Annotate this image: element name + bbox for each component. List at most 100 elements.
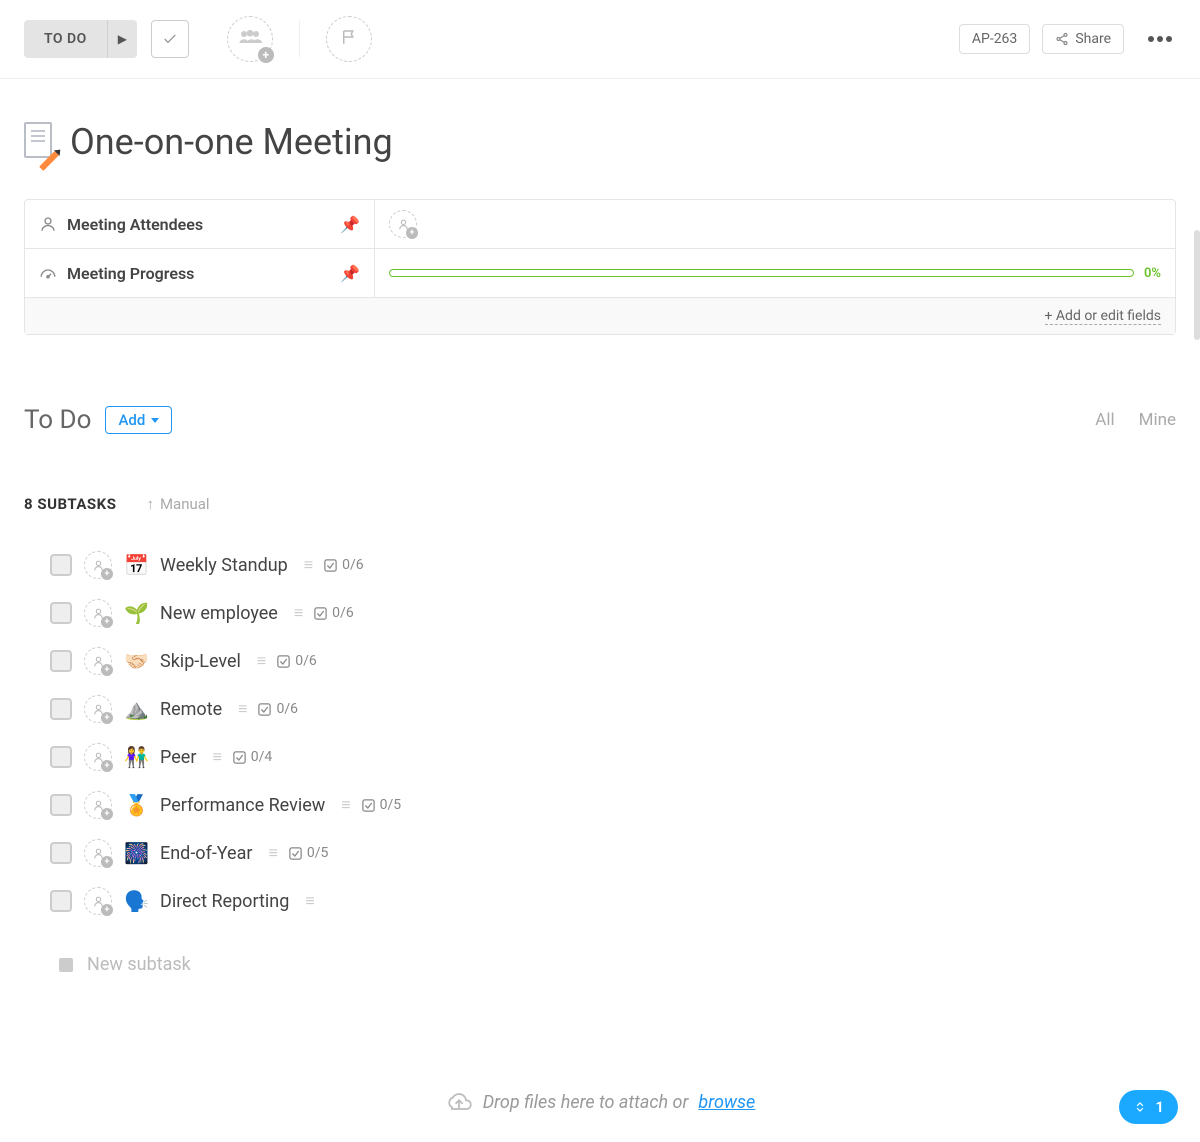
subtask-row[interactable]: + ⛰️ Remote ≡ 0/6: [24, 685, 1176, 733]
assign-subtask-button[interactable]: +: [84, 551, 112, 579]
subtask-status[interactable]: [50, 746, 72, 768]
subtask-emoji: 🏅: [124, 793, 148, 817]
checklist-icon: [276, 654, 291, 669]
add-subtask-button[interactable]: Add: [105, 406, 172, 434]
dot-icon: [1148, 36, 1154, 42]
drag-handle-icon[interactable]: ≡: [212, 747, 219, 767]
subtask-row[interactable]: + 🏅 Performance Review ≡ 0/5: [24, 781, 1176, 829]
checklist-count: 0/6: [276, 653, 317, 669]
add-attendee-button[interactable]: +: [389, 210, 417, 238]
filter-mine[interactable]: Mine: [1139, 410, 1176, 430]
checklist-count: 0/5: [361, 797, 402, 813]
field-value-attendees[interactable]: +: [375, 200, 1175, 248]
subtask-status[interactable]: [50, 554, 72, 576]
add-label: Add: [118, 411, 145, 429]
field-row-attendees: Meeting Attendees 📌 +: [25, 200, 1175, 249]
new-subtask-input[interactable]: New subtask: [24, 937, 1176, 992]
plus-icon: +: [101, 808, 113, 820]
subtask-status[interactable]: [50, 698, 72, 720]
assign-subtask-button[interactable]: +: [84, 791, 112, 819]
checklist-count-text: 0/6: [276, 701, 298, 717]
flag-icon: [340, 28, 358, 50]
arrow-up-icon: ↑: [146, 495, 154, 513]
assign-subtask-button[interactable]: +: [84, 647, 112, 675]
dropzone-text: Drop files here to attach or: [483, 1092, 689, 1113]
subtask-row[interactable]: + 🎆 End-of-Year ≡ 0/5: [24, 829, 1176, 877]
subtask-status[interactable]: [50, 842, 72, 864]
share-icon: [1055, 32, 1069, 46]
divider: [299, 21, 300, 57]
task-title[interactable]: One-on-one Meeting: [70, 121, 393, 163]
add-edit-fields-link[interactable]: + Add or edit fields: [1045, 308, 1162, 325]
checklist-count: 0/6: [257, 701, 298, 717]
filter-all[interactable]: All: [1095, 410, 1114, 430]
drag-handle-icon[interactable]: ≡: [268, 843, 275, 863]
scrollbar[interactable]: [1194, 230, 1200, 340]
subtask-row[interactable]: + 🌱 New employee ≡ 0/6: [24, 589, 1176, 637]
checklist-count: 0/6: [323, 557, 364, 573]
more-menu-button[interactable]: [1144, 32, 1176, 46]
drag-handle-icon[interactable]: ≡: [294, 603, 301, 623]
checklist-icon: [361, 798, 376, 813]
assign-subtask-button[interactable]: +: [84, 695, 112, 723]
subtask-row[interactable]: + 📅 Weekly Standup ≡ 0/6: [24, 541, 1176, 589]
plus-icon: +: [101, 856, 113, 868]
subtask-status[interactable]: [50, 890, 72, 912]
plus-icon: +: [101, 904, 113, 916]
add-watchers-button[interactable]: +: [227, 16, 273, 62]
subtask-status[interactable]: [50, 650, 72, 672]
task-id-pill[interactable]: AP-263: [959, 24, 1030, 54]
status-next-icon[interactable]: ▶: [107, 20, 137, 58]
subtask-name: Peer: [160, 747, 196, 768]
subtask-row[interactable]: + 👫 Peer ≡ 0/4: [24, 733, 1176, 781]
subtask-emoji: 🎆: [124, 841, 148, 865]
drag-handle-icon[interactable]: ≡: [305, 891, 312, 911]
status-placeholder-icon: [59, 958, 73, 972]
field-value-progress[interactable]: 0%: [375, 249, 1175, 297]
subtask-emoji: 📅: [124, 553, 148, 577]
pin-icon[interactable]: 📌: [340, 264, 360, 283]
assign-subtask-button[interactable]: +: [84, 743, 112, 771]
field-label-attendees: Meeting Attendees 📌: [25, 200, 375, 248]
task-title-row: One-on-one Meeting: [24, 121, 1176, 163]
subtask-emoji: 🗣️: [124, 889, 148, 913]
chevron-down-icon: [151, 418, 159, 423]
drag-handle-icon[interactable]: ≡: [341, 795, 348, 815]
drag-handle-icon[interactable]: ≡: [238, 699, 245, 719]
dot-icon: [1166, 36, 1172, 42]
task-toolbar: TO DO ▶ + AP-263 Share: [0, 0, 1200, 79]
subtask-row[interactable]: + 🤝🏻 Skip-Level ≡ 0/6: [24, 637, 1176, 685]
subtask-name: Performance Review: [160, 795, 325, 816]
checklist-icon: [288, 846, 303, 861]
assign-subtask-button[interactable]: +: [84, 839, 112, 867]
subtask-emoji: 🌱: [124, 601, 148, 625]
sort-option[interactable]: ↑ Manual: [146, 495, 209, 513]
expand-pill[interactable]: 1: [1119, 1090, 1178, 1124]
pin-icon[interactable]: 📌: [340, 215, 360, 234]
status-label: TO DO: [24, 31, 107, 47]
todo-header: To Do Add All Mine: [24, 405, 1176, 435]
plus-icon: +: [406, 227, 418, 239]
subtask-emoji: 🤝🏻: [124, 649, 148, 673]
subtask-name: Skip-Level: [160, 651, 241, 672]
subtask-status[interactable]: [50, 602, 72, 624]
field-label-text: Meeting Attendees: [67, 215, 203, 234]
browse-link[interactable]: browse: [698, 1092, 755, 1113]
check-icon: [162, 31, 178, 47]
drag-handle-icon[interactable]: ≡: [257, 651, 264, 671]
subtask-status[interactable]: [50, 794, 72, 816]
subtasks-list: + 📅 Weekly Standup ≡ 0/6 + 🌱 New employe…: [24, 541, 1176, 925]
priority-button[interactable]: [326, 16, 372, 62]
progress-bar[interactable]: [389, 269, 1134, 277]
mark-done-button[interactable]: [151, 20, 189, 58]
checklist-count-text: 0/6: [295, 653, 317, 669]
drag-handle-icon[interactable]: ≡: [304, 555, 311, 575]
share-label: Share: [1075, 31, 1111, 47]
status-button[interactable]: TO DO ▶: [24, 20, 137, 58]
subtask-row[interactable]: + 🗣️ Direct Reporting ≡: [24, 877, 1176, 925]
assign-subtask-button[interactable]: +: [84, 599, 112, 627]
share-button[interactable]: Share: [1042, 24, 1124, 54]
attachment-dropzone[interactable]: Drop files here to attach or browse: [0, 1062, 1200, 1142]
assign-subtask-button[interactable]: +: [84, 887, 112, 915]
gauge-icon: [39, 264, 57, 282]
